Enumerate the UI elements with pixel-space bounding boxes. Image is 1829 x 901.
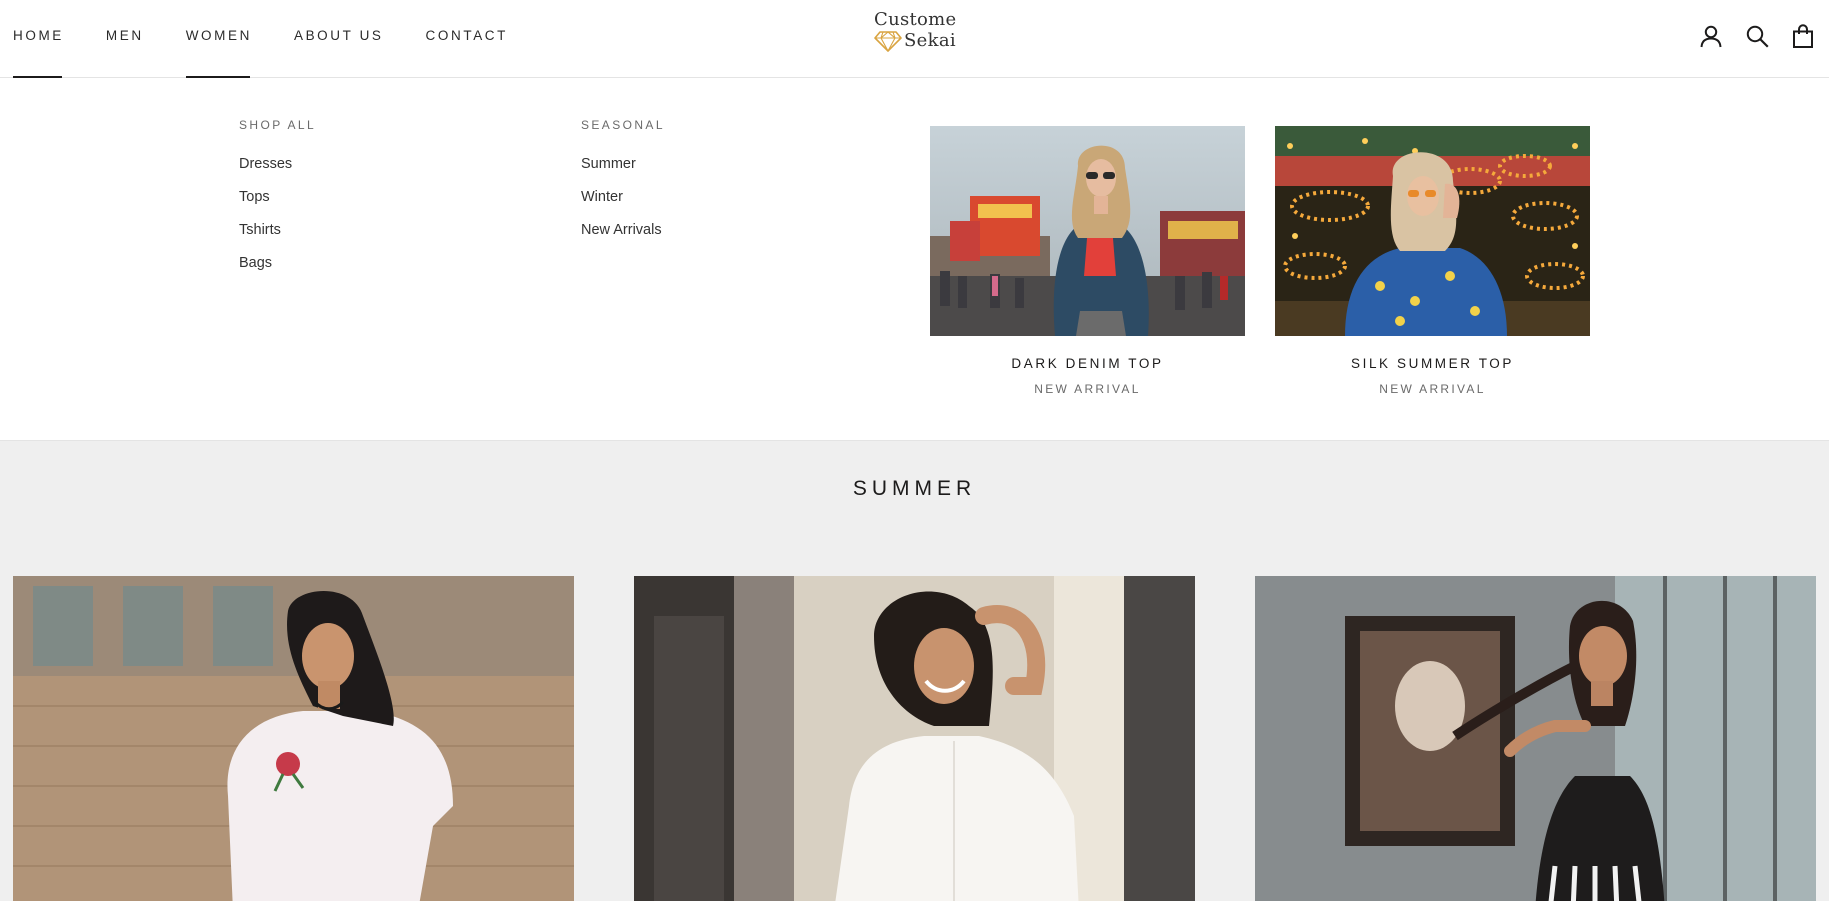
summer-collection-section: SUMMER (0, 441, 1829, 901)
promo-subtitle: NEW ARRIVAL (1034, 382, 1141, 396)
menu-link-new-arrivals[interactable]: New Arrivals (581, 220, 665, 240)
women-mega-menu: SHOP ALL Dresses Tops Tshirts Bags SEASO… (0, 78, 1829, 441)
nav-home[interactable]: HOME (13, 0, 64, 78)
diamond-icon (874, 31, 902, 52)
cart-icon[interactable] (1791, 24, 1815, 48)
menu-link-winter[interactable]: Winter (581, 187, 665, 207)
site-header: HOME MEN WOMEN ABOUT US CONTACT Custome … (0, 0, 1829, 78)
product-card-2[interactable] (634, 576, 1195, 901)
menu-column-shop-all: SHOP ALL Dresses Tops Tshirts Bags (239, 118, 316, 286)
nav-about-us[interactable]: ABOUT US (294, 0, 384, 78)
section-title: SUMMER (852, 477, 977, 500)
header-actions (1699, 24, 1815, 48)
main-nav: HOME MEN WOMEN ABOUT US CONTACT (13, 0, 550, 78)
product-image[interactable] (1255, 576, 1816, 901)
logo-text-line2: Sekai (904, 30, 956, 51)
menu-link-tshirts[interactable]: Tshirts (239, 220, 316, 240)
promo-subtitle: NEW ARRIVAL (1379, 382, 1486, 396)
account-icon[interactable] (1699, 24, 1723, 48)
logo-text-line1: Custome (874, 9, 957, 30)
promo-title[interactable]: SILK SUMMER TOP (1275, 356, 1590, 372)
search-icon[interactable] (1745, 24, 1769, 48)
menu-column-title: SHOP ALL (239, 118, 317, 132)
menu-link-tops[interactable]: Tops (239, 187, 316, 207)
product-card-1[interactable] (13, 576, 574, 901)
promo-dark-denim-top[interactable]: DARK DENIM TOP NEW ARRIVAL (930, 126, 1245, 396)
menu-link-summer[interactable]: Summer (581, 154, 665, 174)
nav-men[interactable]: MEN (106, 0, 144, 78)
menu-column-seasonal: SEASONAL Summer Winter New Arrivals (581, 118, 665, 253)
menu-column-title: SEASONAL (581, 118, 665, 132)
promo-title[interactable]: DARK DENIM TOP (930, 356, 1245, 372)
nav-contact[interactable]: CONTACT (426, 0, 508, 78)
promo-image[interactable] (1275, 126, 1590, 336)
product-card-3[interactable] (1255, 576, 1816, 901)
site-logo[interactable]: Custome Sekai (874, 10, 956, 54)
menu-link-dresses[interactable]: Dresses (239, 154, 316, 174)
product-image[interactable] (13, 576, 574, 901)
product-image[interactable] (634, 576, 1195, 901)
promo-silk-summer-top[interactable]: SILK SUMMER TOP NEW ARRIVAL (1275, 126, 1590, 396)
nav-women[interactable]: WOMEN (185, 0, 252, 78)
menu-link-bags[interactable]: Bags (239, 253, 316, 273)
promo-image[interactable] (930, 126, 1245, 336)
